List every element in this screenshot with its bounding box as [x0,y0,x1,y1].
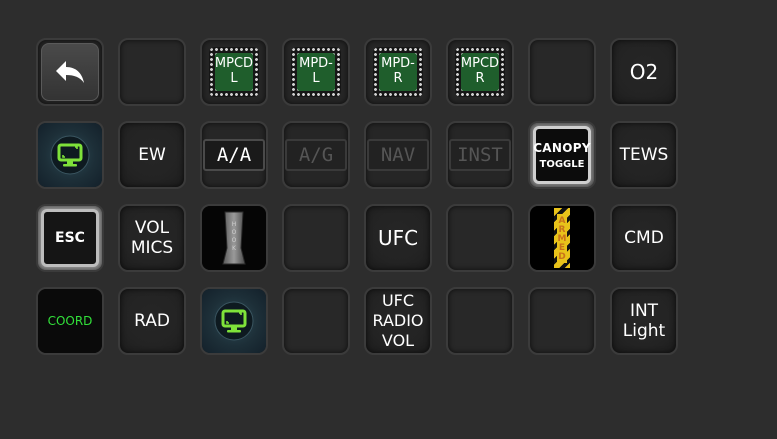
chip-face: MPCD R [461,53,499,91]
tews-button[interactable]: TEWS [610,121,678,189]
monitor-icon [202,289,266,353]
back-button[interactable] [36,38,104,106]
canopy-plate: CANOPY TOGGLE [533,126,591,184]
chip-frame: MPCD R [455,47,505,97]
mode-nav-button[interactable]: NAV [364,121,432,189]
empty-key [282,287,350,355]
mpd-r-button[interactable]: MPD-R [364,38,432,106]
hook-button[interactable]: H O O K [200,204,268,272]
key-label: TEWS [619,144,669,165]
empty-key [528,287,596,355]
armed-plate: ARMED [530,206,594,270]
armed-button[interactable]: ARMED [528,204,596,272]
key-label: UFC [377,225,419,250]
rad-button[interactable]: RAD [118,287,186,355]
key-label: INST [449,139,511,171]
chip-face: MPCD L [215,53,253,91]
int-light-button[interactable]: INT Light [610,287,678,355]
chip-frame: MPCD L [209,47,259,97]
mpcd-r-button[interactable]: MPCD R [446,38,514,106]
key-label: EW [138,144,166,165]
canopy-toggle-button[interactable]: CANOPY TOGGLE [528,121,596,189]
hazard-stripe: ARMED [554,208,570,268]
empty-key [446,287,514,355]
key-label: MPCD R [460,56,500,86]
monitor-icon [38,123,102,187]
key-label: O2 [629,59,659,84]
key-label: A/G [285,139,347,171]
svg-text:H: H [232,221,237,228]
toggle-label: TOGGLE [539,158,585,170]
key-label: MPD-L [299,56,333,86]
stream-deck-grid: MPCD L MPD-L MPD-R MPCD R O2 EW A/A A/G NAV… [36,38,678,355]
o2-button[interactable]: O2 [610,38,678,106]
svg-text:O: O [232,237,237,244]
ufc-radio-vol-button[interactable]: UFC RADIO VOL [364,287,432,355]
chip-frame: MPD-R [373,47,423,97]
armed-label: ARMED [557,213,567,263]
empty-key [528,38,596,106]
empty-key [118,38,186,106]
key-label: INT Light [622,300,666,341]
mpcd-l-button[interactable]: MPCD L [200,38,268,106]
mode-ag-button[interactable]: A/G [282,121,350,189]
mode-aa-button[interactable]: A/A [200,121,268,189]
ufc-button[interactable]: UFC [364,204,432,272]
key-label: MPD-R [381,56,415,86]
display-profile-button[interactable] [36,121,104,189]
esc-button[interactable]: ESC [36,204,104,272]
chip-frame: MPD-L [291,47,341,97]
canopy-label: CANOPY [533,140,591,155]
chip-face: MPD-R [379,53,417,91]
display-profile-button-2[interactable] [200,287,268,355]
key-label: VOL MICS [130,217,174,258]
key-label: UFC RADIO VOL [372,291,424,350]
chip-face: MPD-L [297,53,335,91]
mode-inst-button[interactable]: INST [446,121,514,189]
key-label: NAV [367,139,429,171]
svg-text:O: O [232,229,237,236]
ew-button[interactable]: EW [118,121,186,189]
key-label: CMD [624,227,664,248]
hook-handle-icon: H O O K [202,206,266,270]
coord-button[interactable]: COORD [36,287,104,355]
empty-key [282,204,350,272]
key-label: COORD [38,289,102,353]
key-label: A/A [203,139,265,171]
empty-key [446,204,514,272]
mpd-l-button[interactable]: MPD-L [282,38,350,106]
vol-mics-button[interactable]: VOL MICS [118,204,186,272]
back-arrow-icon [41,43,99,101]
key-label: MPCD L [214,56,254,86]
key-label: ESC [41,209,99,267]
key-label: RAD [134,310,170,331]
cmd-button[interactable]: CMD [610,204,678,272]
